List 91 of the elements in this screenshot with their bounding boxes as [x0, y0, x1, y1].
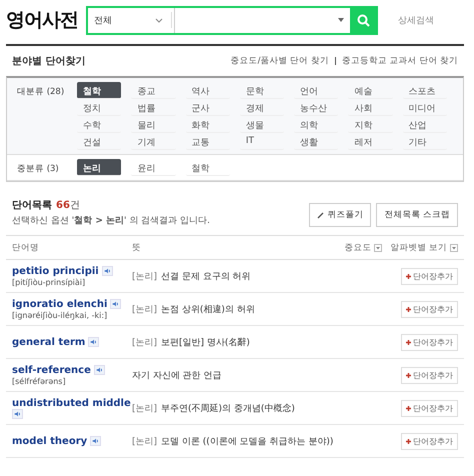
word-meaning: 자기 자신에 관한 언급 [132, 370, 222, 382]
category-item[interactable]: 언어 [294, 82, 338, 99]
category-item[interactable]: 산업 [402, 116, 447, 133]
speaker-icon[interactable] [88, 337, 100, 347]
category-item[interactable]: 교통 [186, 133, 230, 150]
category-item[interactable]: 물리 [131, 116, 176, 133]
word-meaning: 보편[일반] 명사(名辭) [161, 336, 250, 348]
category-link[interactable]: 중요도/품사별 단어 찾기 [230, 55, 329, 67]
category-item[interactable]: 의학 [294, 116, 338, 133]
category-item[interactable]: 화학 [186, 116, 230, 133]
word-meaning: 부주연(不周延)의 중개념(中槪念) [161, 402, 295, 414]
category-item[interactable]: 철학 [77, 82, 122, 99]
pronunciation: [ignəréiʃiòu-iléŋkai, -ki:] [12, 310, 108, 320]
column-header: 단어명 [12, 242, 40, 254]
subcategory-item[interactable]: 논리 [77, 159, 122, 176]
category-item[interactable]: 수학 [77, 116, 122, 133]
category-item[interactable]: 예술 [348, 82, 393, 99]
speaker-icon[interactable] [102, 266, 113, 276]
results-summary: 선택하신 옵션 '철학 > 논리' 의 검색결과 입니다. [12, 215, 210, 227]
category-item[interactable]: 정치 [77, 99, 122, 116]
word-link[interactable]: general term [12, 336, 86, 348]
speaker-icon[interactable] [110, 299, 122, 309]
plus-icon [406, 372, 411, 378]
category-item[interactable]: 문학 [240, 82, 284, 99]
field-tag: [논리] [132, 302, 158, 316]
subcategory-item[interactable]: 윤리 [131, 159, 176, 176]
category-item[interactable]: 레저 [348, 133, 393, 150]
category-item[interactable]: IT [240, 133, 284, 150]
quiz-button[interactable]: 퀴즈풀기 [309, 203, 372, 227]
category-label: 중분류 (3) [17, 163, 60, 176]
word-meaning: 논점 상위(相違)의 허위 [161, 304, 255, 316]
dropdown-icon [374, 244, 382, 252]
category-item[interactable]: 건설 [77, 133, 122, 150]
add-to-wordbook-button[interactable]: 단어장추가 [401, 432, 458, 450]
column-header: 뜻 [132, 242, 142, 254]
word-meaning: 선결 문제 요구의 허위 [161, 270, 251, 282]
category-item[interactable]: 생활 [294, 133, 338, 150]
advanced-search-link[interactable]: 상세검색 [398, 14, 434, 26]
category-item[interactable]: 미디어 [402, 99, 447, 116]
sort-dropdown[interactable]: 알파벳별 보기 [382, 242, 458, 254]
add-to-wordbook-button[interactable]: 단어장추가 [401, 334, 458, 350]
plus-icon [406, 340, 411, 344]
category-item[interactable]: 농수산 [294, 99, 338, 116]
field-tag: [논리] [132, 434, 158, 448]
scope-select[interactable]: 전체 [88, 12, 172, 28]
category-label: 대분류 (28) [17, 86, 66, 99]
speaker-icon[interactable] [94, 365, 105, 375]
category-item[interactable]: 기계 [131, 133, 176, 150]
word-link[interactable]: model theory [12, 436, 88, 446]
add-to-wordbook-button[interactable]: 단어장추가 [401, 300, 458, 318]
results-heading: 단어목록 66건 [12, 199, 81, 212]
pencil-icon [317, 212, 324, 218]
add-to-wordbook-button[interactable]: 단어장추가 [401, 366, 458, 384]
word-link[interactable]: undistributed middle [12, 398, 131, 408]
word-link[interactable]: self-reference [12, 364, 91, 376]
word-meaning: 모델 이론 ((이론에 모델을 취급하는 분야)) [161, 436, 334, 448]
search-icon [356, 14, 370, 26]
plus-icon [406, 406, 411, 410]
pronunciation: [pitíʃiòu-prinsípiài] [12, 278, 86, 286]
scrap-button[interactable]: 전체목록 스크랩 [376, 203, 458, 227]
category-item[interactable]: 종교 [131, 82, 176, 99]
category-item[interactable]: 사회 [348, 99, 393, 116]
word-link[interactable]: ignoratio elenchi [12, 298, 108, 310]
category-item[interactable]: 법률 [131, 99, 176, 116]
category-item[interactable]: 스포츠 [402, 82, 447, 99]
dictionary-title: 영어사전 [6, 8, 78, 33]
add-to-wordbook-button[interactable]: 단어장추가 [401, 400, 458, 416]
category-item[interactable]: 역사 [186, 82, 230, 99]
category-link[interactable]: 중고등학교 교과서 단어 찾기 [342, 55, 458, 67]
category-item[interactable]: 기타 [402, 133, 447, 150]
section-title: 분야별 단어찾기 [12, 55, 86, 68]
dropdown-icon [450, 244, 458, 252]
speaker-icon[interactable] [12, 408, 23, 418]
plus-icon [406, 438, 411, 444]
pronunciation: [sélfréfərəns] [12, 376, 67, 386]
category-item[interactable]: 경제 [240, 99, 284, 116]
field-tag: [논리] [132, 402, 158, 414]
category-item[interactable]: 지학 [348, 116, 393, 133]
word-link[interactable]: petitio principii [12, 266, 99, 276]
subcategory-item[interactable]: 철학 [186, 159, 230, 176]
plus-icon [406, 274, 411, 278]
sort-dropdown[interactable]: 중요도 [336, 242, 382, 254]
plus-icon [406, 306, 411, 312]
speaker-icon[interactable] [90, 436, 102, 446]
category-item[interactable]: 군사 [186, 99, 230, 116]
dropdown-caret-icon[interactable] [338, 18, 344, 22]
add-to-wordbook-button[interactable]: 단어장추가 [401, 268, 458, 284]
chevron-icon [155, 18, 163, 22]
field-tag: [논리] [132, 336, 158, 348]
field-tag: [논리] [132, 270, 158, 282]
category-item[interactable]: 생물 [240, 116, 284, 133]
